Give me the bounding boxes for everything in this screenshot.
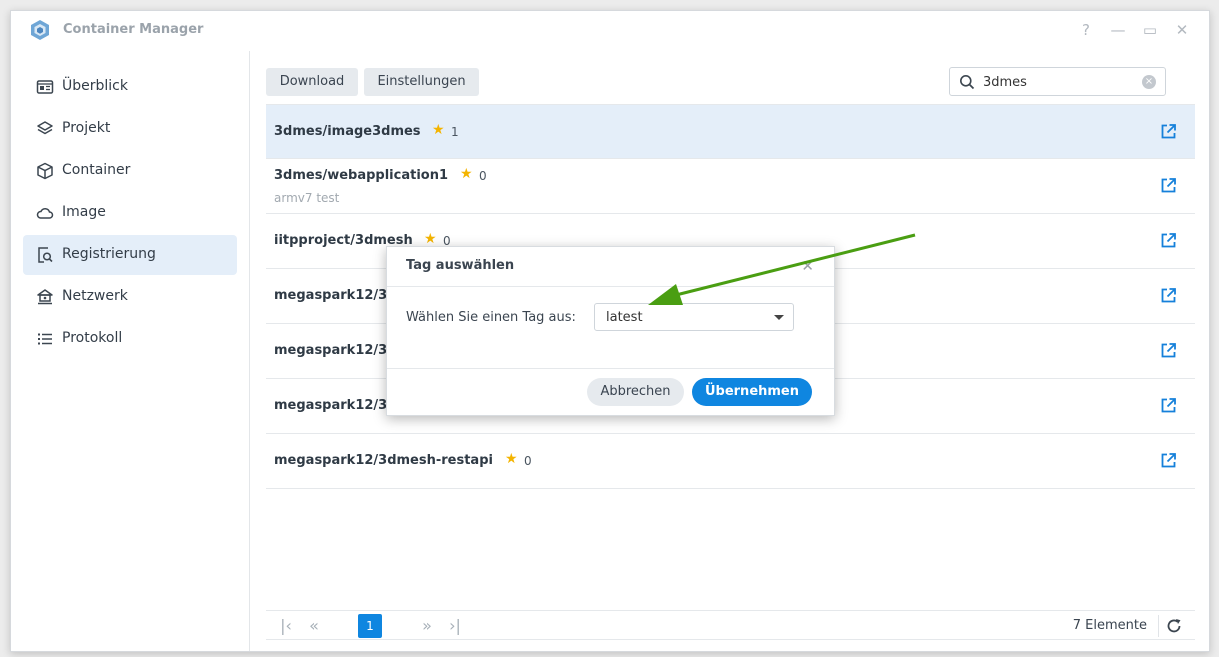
network-icon: [37, 289, 53, 305]
sidebar-item-project[interactable]: Projekt: [23, 109, 237, 149]
dialog-title: Tag auswählen: [406, 258, 515, 273]
first-page-icon[interactable]: |‹: [276, 616, 296, 635]
image-description: armv7 test: [274, 191, 340, 205]
page-number-button[interactable]: 1: [358, 614, 382, 638]
divider: [387, 368, 834, 369]
tag-select[interactable]: latest: [594, 303, 794, 331]
sidebar-item-label: Protokoll: [62, 330, 123, 346]
search-icon: [960, 75, 975, 90]
help-button[interactable]: ?: [1077, 21, 1095, 39]
search-input[interactable]: [983, 72, 1133, 92]
sidebar-item-label: Projekt: [62, 120, 111, 136]
previous-pages-icon[interactable]: «: [304, 616, 324, 635]
star-icon: ★: [432, 122, 445, 138]
image-name: megaspark12/3dmesh-restapi: [274, 453, 493, 468]
sidebar-item-registry[interactable]: Registrierung: [23, 235, 237, 275]
next-pages-icon[interactable]: »: [417, 616, 437, 635]
sidebar: Überblick Projekt Container Image Regist…: [11, 51, 250, 651]
list-item[interactable]: 3dmes/webapplication1 ★ 0 armv7 test: [266, 159, 1195, 214]
search-box: ×: [949, 67, 1166, 96]
list-icon: [38, 333, 52, 345]
sidebar-item-log[interactable]: Protokoll: [23, 319, 237, 359]
dialog-close-icon[interactable]: ✕: [801, 257, 814, 275]
external-link-icon[interactable]: [1160, 123, 1177, 140]
image-name: 3dmes/image3dmes: [274, 124, 421, 139]
external-link-icon[interactable]: [1160, 177, 1177, 194]
cloud-icon: [36, 207, 54, 219]
sidebar-item-container[interactable]: Container: [23, 151, 237, 191]
download-button[interactable]: Download: [266, 68, 358, 96]
sidebar-item-label: Netzwerk: [62, 288, 128, 304]
registry-search-icon: [38, 247, 53, 263]
chevron-down-icon: [774, 315, 784, 320]
sidebar-item-label: Container: [62, 162, 131, 178]
divider: [387, 286, 834, 287]
sidebar-item-label: Image: [62, 204, 106, 220]
tag-select-dialog: Tag auswählen ✕ Wählen Sie einen Tag aus…: [386, 246, 835, 416]
clear-search-icon[interactable]: ×: [1142, 75, 1156, 89]
sidebar-item-label: Registrierung: [62, 246, 156, 262]
external-link-icon[interactable]: [1160, 287, 1177, 304]
apply-button[interactable]: Übernehmen: [692, 378, 812, 406]
star-icon: ★: [505, 451, 518, 467]
list-item[interactable]: megaspark12/3dmesh-restapi ★ 0: [266, 434, 1195, 489]
cube-icon: [37, 162, 53, 180]
external-link-icon[interactable]: [1160, 452, 1177, 469]
sidebar-item-image[interactable]: Image: [23, 193, 237, 233]
star-count: 0: [479, 169, 487, 183]
external-link-icon[interactable]: [1160, 397, 1177, 414]
list-item[interactable]: 3dmes/image3dmes ★ 1: [266, 104, 1195, 159]
settings-button[interactable]: Einstellungen: [364, 68, 479, 96]
sidebar-item-network[interactable]: Netzwerk: [23, 277, 237, 317]
overview-icon: [36, 80, 54, 94]
item-count: 7 Elemente: [1072, 618, 1147, 633]
image-name: megaspark12/3: [274, 288, 388, 303]
refresh-icon[interactable]: [1166, 618, 1182, 634]
pagination-bar: |‹ « 1 » ›| 7 Elemente: [266, 610, 1195, 640]
image-name: megaspark12/3: [274, 398, 388, 413]
star-icon: ★: [460, 166, 473, 182]
sidebar-item-overview[interactable]: Überblick: [23, 67, 237, 107]
title-bar: Container Manager ? — ▭ ✕: [11, 11, 1209, 51]
tag-field-label: Wählen Sie einen Tag aus:: [406, 310, 576, 325]
star-count: 1: [451, 125, 459, 139]
divider: [1158, 615, 1159, 637]
star-icon: ★: [424, 231, 437, 247]
image-name: megaspark12/3: [274, 343, 388, 358]
close-button[interactable]: ✕: [1173, 21, 1191, 39]
external-link-icon[interactable]: [1160, 232, 1177, 249]
sidebar-item-label: Überblick: [62, 78, 128, 94]
image-name: 3dmes/webapplication1: [274, 168, 449, 183]
maximize-button[interactable]: ▭: [1141, 21, 1159, 39]
container-manager-logo-icon: [31, 20, 49, 40]
tag-select-value: latest: [606, 310, 643, 325]
star-count: 0: [524, 454, 532, 468]
external-link-icon[interactable]: [1160, 342, 1177, 359]
cancel-button[interactable]: Abbrechen: [587, 378, 684, 406]
last-page-icon[interactable]: ›|: [445, 616, 465, 635]
minimize-button[interactable]: —: [1109, 21, 1127, 39]
app-title: Container Manager: [63, 22, 204, 37]
layers-icon: [37, 121, 53, 135]
